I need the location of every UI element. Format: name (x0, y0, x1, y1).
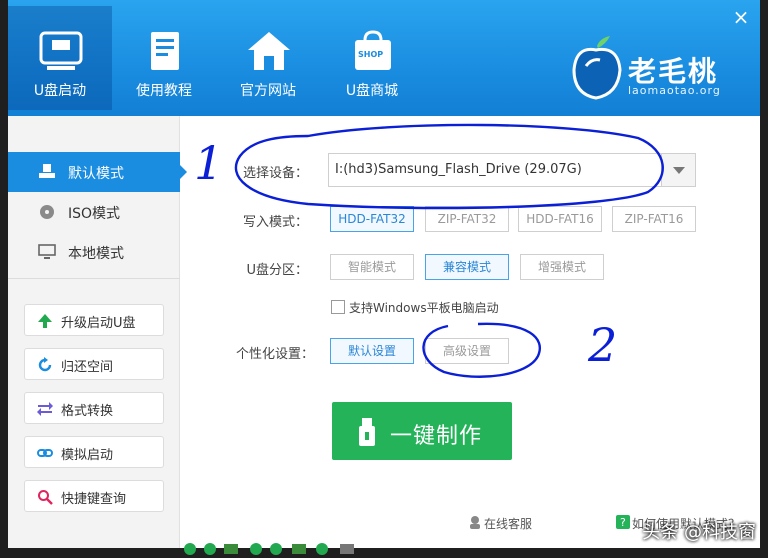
annotation-one: 1 (194, 136, 224, 190)
annotation-two: 2 (588, 318, 618, 372)
ink-annotations (234, 123, 664, 378)
watermark: 头条 @科技窗 (642, 522, 756, 543)
taskbar-strip (180, 540, 480, 558)
app-window: U盘启动 使用教程 官方网站 SHOP U盘商城 × 老毛桃 laomaotao… (8, 0, 760, 548)
